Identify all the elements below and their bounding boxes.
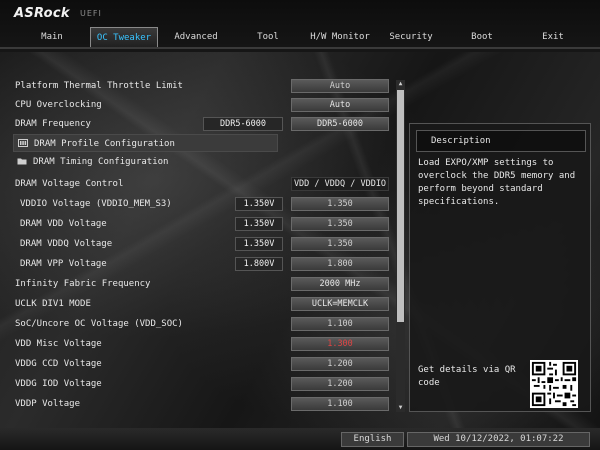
tab-boot[interactable]: Boot bbox=[446, 27, 518, 47]
scroll-down-arrow-icon[interactable]: ▼ bbox=[396, 404, 405, 412]
scroll-up-arrow-icon[interactable]: ▲ bbox=[396, 80, 405, 88]
setting-label: DRAM VDD Voltage bbox=[20, 219, 107, 229]
current-value-readout: 1.350V bbox=[235, 197, 283, 211]
setting-label: VDDP Voltage bbox=[15, 399, 81, 409]
description-text: Load EXPO/XMP settings to overclock the … bbox=[418, 158, 576, 207]
setting-dram-voltage-control: DRAM Voltage Control VDD / VDDQ / VDDIO bbox=[13, 175, 398, 193]
current-value-readout: 1.800V bbox=[235, 257, 283, 271]
setting-value-input[interactable]: 1.200 bbox=[291, 357, 389, 371]
setting-label: Platform Thermal Throttle Limit bbox=[15, 81, 183, 91]
uefi-label: UEFI bbox=[80, 9, 102, 18]
setting-soc-uncore-oc-voltage[interactable]: SoC/Uncore OC Voltage (VDD_SOC) 1.100 bbox=[13, 315, 398, 333]
setting-value-input[interactable]: 1.350 bbox=[291, 197, 389, 211]
submenu-label: DRAM Timing Configuration bbox=[33, 157, 169, 167]
language-button[interactable]: English bbox=[341, 432, 404, 447]
setting-value-input[interactable]: 1.100 bbox=[291, 317, 389, 331]
setting-label: VDD Misc Voltage bbox=[15, 339, 102, 349]
setting-vddg-iod-voltage[interactable]: VDDG IOD Voltage 1.200 bbox=[13, 375, 398, 393]
setting-label: UCLK DIV1 MODE bbox=[15, 299, 91, 309]
memory-module-icon bbox=[18, 139, 28, 147]
setting-platform-thermal-throttle-limit[interactable]: Platform Thermal Throttle Limit Auto bbox=[13, 77, 398, 95]
setting-label: Infinity Fabric Frequency bbox=[15, 279, 151, 289]
status-bar: English Wed 10/12/2022, 01:07:22 bbox=[0, 428, 600, 450]
setting-infinity-fabric-frequency[interactable]: Infinity Fabric Frequency 2000 MHz bbox=[13, 275, 398, 293]
setting-label: CPU Overclocking bbox=[15, 100, 102, 110]
setting-cpu-overclocking[interactable]: CPU Overclocking Auto bbox=[13, 96, 398, 114]
current-value-readout: 1.350V bbox=[235, 217, 283, 231]
setting-value-button[interactable]: Auto bbox=[291, 79, 389, 93]
tab-exit[interactable]: Exit bbox=[518, 27, 588, 47]
voltage-header-readout: VDD / VDDQ / VDDIO bbox=[291, 177, 389, 191]
setting-label: DRAM Frequency bbox=[15, 119, 91, 129]
section-label: DRAM Voltage Control bbox=[15, 179, 124, 189]
setting-label: DRAM VDDQ Voltage bbox=[20, 239, 113, 249]
asrock-logo: ASRock bbox=[14, 6, 70, 21]
setting-value-input[interactable]: 1.300 bbox=[291, 337, 389, 351]
description-panel: Description Load EXPO/XMP settings to ov… bbox=[409, 123, 591, 412]
tab-advanced[interactable]: Advanced bbox=[160, 27, 232, 47]
tab-main[interactable]: Main bbox=[14, 27, 90, 47]
description-title: Description bbox=[431, 136, 491, 146]
setting-label: DRAM VPP Voltage bbox=[20, 259, 107, 269]
setting-uclk-div1-mode[interactable]: UCLK DIV1 MODE UCLK=MEMCLK bbox=[13, 295, 398, 313]
settings-scrollbar[interactable]: ▲ ▼ bbox=[396, 80, 405, 412]
setting-vddg-ccd-voltage[interactable]: VDDG CCD Voltage 1.200 bbox=[13, 355, 398, 373]
setting-dram-vdd-voltage[interactable]: DRAM VDD Voltage 1.350V 1.350 bbox=[13, 215, 398, 233]
setting-value-button[interactable]: DDR5-6000 bbox=[291, 117, 389, 131]
setting-label: VDDG IOD Voltage bbox=[15, 379, 102, 389]
setting-label: VDDG CCD Voltage bbox=[15, 359, 102, 369]
qr-caption: Get details via QR code bbox=[418, 365, 516, 388]
setting-value-button[interactable]: Auto bbox=[291, 98, 389, 112]
scrollbar-thumb[interactable] bbox=[397, 90, 404, 322]
setting-label: VDDIO Voltage (VDDIO_MEM_S3) bbox=[20, 199, 172, 209]
tab-divider bbox=[0, 47, 600, 49]
submenu-label: DRAM Profile Configuration bbox=[34, 139, 175, 149]
setting-value-input[interactable]: 1.100 bbox=[291, 397, 389, 411]
setting-value-input[interactable]: 1.800 bbox=[291, 257, 389, 271]
setting-value-input[interactable]: 1.350 bbox=[291, 237, 389, 251]
qr-code-icon bbox=[530, 360, 578, 408]
tab-bar: Main OC Tweaker Advanced Tool H/W Monito… bbox=[0, 27, 600, 47]
top-bar: ASRock UEFI Main OC Tweaker Advanced Too… bbox=[0, 0, 600, 52]
tab-security[interactable]: Security bbox=[376, 27, 446, 47]
current-value-readout: 1.350V bbox=[235, 237, 283, 251]
setting-label: SoC/Uncore OC Voltage (VDD_SOC) bbox=[15, 319, 183, 329]
setting-value-button[interactable]: UCLK=MEMCLK bbox=[291, 297, 389, 311]
tab-hw-monitor[interactable]: H/W Monitor bbox=[304, 27, 376, 47]
setting-vddio-voltage[interactable]: VDDIO Voltage (VDDIO_MEM_S3) 1.350V 1.35… bbox=[13, 195, 398, 213]
tab-tool[interactable]: Tool bbox=[232, 27, 304, 47]
setting-value-button[interactable]: 2000 MHz bbox=[291, 277, 389, 291]
setting-dram-frequency[interactable]: DRAM Frequency DDR5-6000 DDR5-6000 bbox=[13, 115, 398, 133]
submenu-dram-profile-configuration[interactable]: DRAM Profile Configuration bbox=[13, 134, 278, 152]
submenu-dram-timing-configuration[interactable]: DRAM Timing Configuration bbox=[13, 153, 398, 171]
date-time-display: Wed 10/12/2022, 01:07:22 bbox=[407, 432, 590, 447]
setting-vddp-voltage[interactable]: VDDP Voltage 1.100 bbox=[13, 395, 398, 413]
tab-oc-tweaker[interactable]: OC Tweaker bbox=[90, 27, 158, 47]
setting-value-input[interactable]: 1.350 bbox=[291, 217, 389, 231]
current-value-readout: DDR5-6000 bbox=[203, 117, 283, 131]
setting-dram-vddq-voltage[interactable]: DRAM VDDQ Voltage 1.350V 1.350 bbox=[13, 235, 398, 253]
description-header: Description bbox=[416, 130, 586, 152]
setting-value-input[interactable]: 1.200 bbox=[291, 377, 389, 391]
setting-dram-vpp-voltage[interactable]: DRAM VPP Voltage 1.800V 1.800 bbox=[13, 255, 398, 273]
folder-icon bbox=[17, 158, 27, 165]
setting-vdd-misc-voltage[interactable]: VDD Misc Voltage 1.300 bbox=[13, 335, 398, 353]
